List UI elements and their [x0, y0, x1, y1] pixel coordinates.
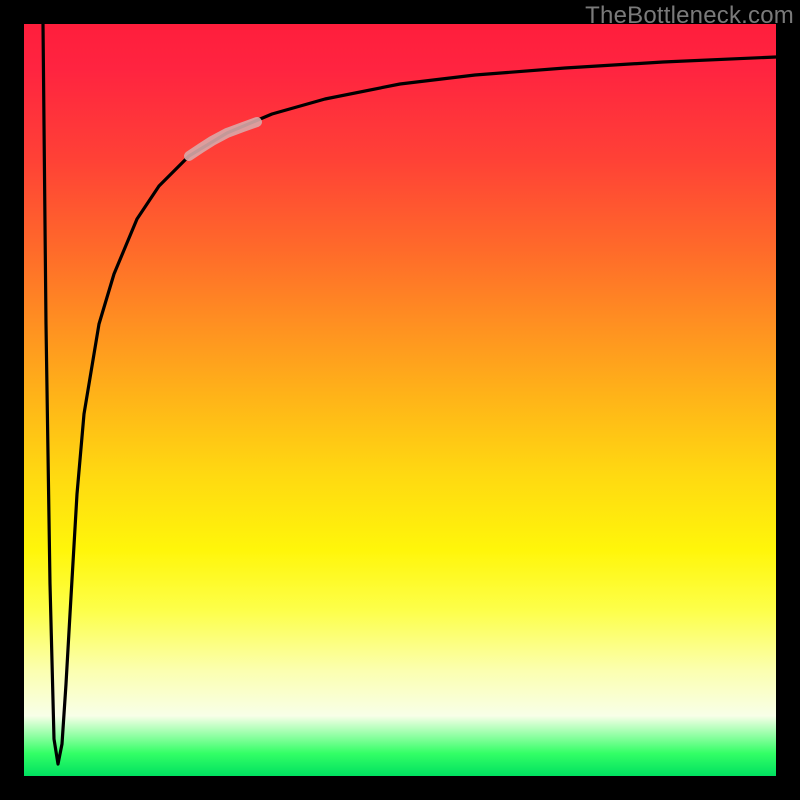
curve-highlight — [189, 122, 257, 156]
plot-area — [24, 24, 776, 776]
watermark-text: TheBottleneck.com — [585, 2, 794, 30]
curve-main — [43, 24, 776, 764]
chart-frame: TheBottleneck.com — [0, 0, 800, 800]
chart-canvas — [24, 24, 776, 776]
